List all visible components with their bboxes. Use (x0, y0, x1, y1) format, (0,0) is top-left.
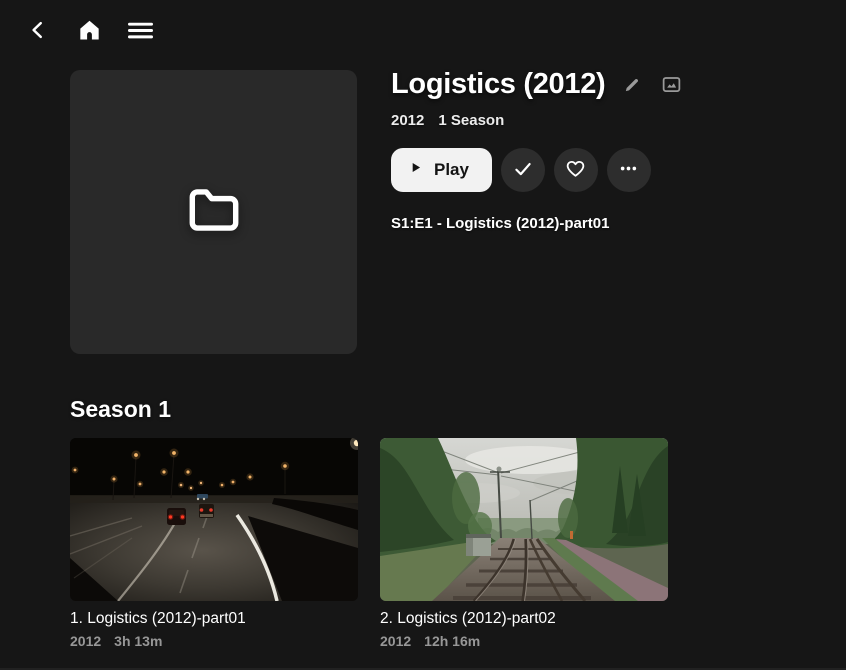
back-button[interactable] (25, 17, 51, 43)
chevron-left-icon (27, 19, 49, 41)
episode-year: 2012 (380, 633, 412, 649)
ellipsis-icon (618, 158, 639, 182)
episode-thumbnail-night-highway[interactable] (70, 438, 358, 601)
episode-card[interactable]: 2. Logistics (2012)-part02 2012 12h 16m (380, 438, 668, 649)
next-up-episode[interactable]: S1:E1 - Logistics (2012)-part01 (391, 215, 821, 232)
action-buttons: Play (391, 148, 821, 192)
play-button-label: Play (434, 160, 469, 179)
title-row: Logistics (2012) (391, 68, 821, 101)
season-section: Season 1 1. Logistics (2012)-part01 2012… (70, 396, 668, 649)
check-icon (512, 158, 534, 183)
heart-icon (564, 157, 587, 183)
railway-forest-scene (380, 438, 668, 601)
episode-title[interactable]: 2. Logistics (2012)-part02 (380, 610, 668, 628)
favorite-button[interactable] (553, 148, 598, 192)
episode-runtime: 3h 13m (114, 633, 163, 649)
play-button[interactable]: Play (391, 148, 492, 192)
menu-icon (127, 18, 153, 43)
top-bar (25, 17, 153, 43)
mark-played-button[interactable] (500, 148, 545, 192)
pencil-icon (622, 75, 642, 98)
episode-meta: 2012 3h 13m (70, 633, 358, 649)
series-poster[interactable] (70, 70, 357, 354)
season-count: 1 Season (438, 112, 505, 129)
episode-runtime: 12h 16m (424, 633, 481, 649)
menu-button[interactable] (127, 17, 153, 43)
folder-icon (180, 179, 248, 246)
more-button[interactable] (606, 148, 651, 192)
episode-cards: 1. Logistics (2012)-part01 2012 3h 13m 2… (70, 438, 668, 649)
details-panel: Logistics (2012) 2012 1 Season Play S1:E… (391, 68, 821, 232)
production-year: 2012 (391, 112, 425, 129)
night-highway-scene (70, 438, 358, 601)
home-icon (77, 18, 102, 43)
edit-metadata-button[interactable] (620, 74, 644, 98)
edit-images-button[interactable] (659, 74, 683, 98)
page-title: Logistics (2012) (391, 68, 606, 100)
meta-row: 2012 1 Season (391, 112, 821, 129)
image-icon (661, 74, 682, 98)
episode-year: 2012 (70, 633, 102, 649)
episode-meta: 2012 12h 16m (380, 633, 668, 649)
season-heading[interactable]: Season 1 (70, 396, 668, 423)
play-icon (408, 160, 423, 180)
episode-title[interactable]: 1. Logistics (2012)-part01 (70, 610, 358, 628)
episode-thumbnail-railway-forest[interactable] (380, 438, 668, 601)
home-button[interactable] (76, 17, 102, 43)
episode-card[interactable]: 1. Logistics (2012)-part01 2012 3h 13m (70, 438, 358, 649)
